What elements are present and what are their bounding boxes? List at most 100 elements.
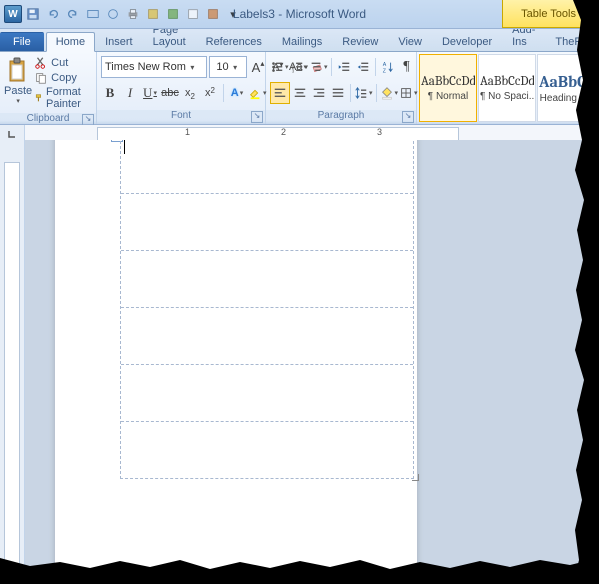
table-row[interactable] [121, 308, 413, 365]
highlight-button[interactable] [248, 83, 267, 103]
undo-icon[interactable] [44, 5, 62, 23]
group-label-paragraph: Paragraph↘ [266, 110, 416, 124]
italic-button[interactable]: I [121, 83, 139, 103]
tab-developer[interactable]: Developer [432, 32, 502, 51]
numbering-button[interactable]: 123 [290, 57, 309, 77]
cut-button[interactable]: Cut [34, 56, 92, 70]
word-icon[interactable]: W [4, 5, 22, 23]
font-launcher-icon[interactable]: ↘ [251, 111, 263, 123]
cut-icon [34, 56, 48, 70]
tab-view[interactable]: View [388, 32, 432, 51]
tab-mailings[interactable]: Mailings [272, 32, 332, 51]
bold-button[interactable]: B [101, 83, 119, 103]
justify-button[interactable] [329, 83, 347, 103]
document-area[interactable] [25, 140, 599, 584]
bullets-icon [270, 60, 284, 74]
copy-icon [34, 71, 48, 85]
tab-home[interactable]: Home [46, 32, 95, 52]
font-size-combo[interactable]: 10▾ [209, 56, 247, 78]
borders-icon [399, 86, 413, 100]
group-label-clipboard: Clipboard↘ [0, 113, 96, 124]
style-heading-1[interactable]: AaBbC Heading 1 [537, 54, 588, 122]
text-cursor [124, 140, 125, 154]
align-center-icon [293, 86, 307, 100]
ribbon: Paste ▾ Cut Copy Format Painter Clipboar… [0, 52, 599, 125]
paste-icon [6, 57, 30, 85]
tab-theformtool[interactable]: TheFormTool [545, 32, 599, 51]
ruler-vertical[interactable] [0, 140, 25, 584]
shading-button[interactable] [380, 83, 399, 103]
table-row[interactable] [121, 140, 413, 194]
paste-button[interactable]: Paste ▾ [4, 55, 32, 105]
underline-button[interactable]: U [141, 83, 159, 103]
group-font: Times New Rom▾ 10▾ A▴ A▾ Aa B I U abc x2… [97, 52, 266, 124]
line-spacing-icon [354, 86, 368, 100]
grow-font-button[interactable]: A▴ [249, 57, 267, 77]
ribbon-tabs: File Home Insert Page Layout References … [0, 29, 599, 52]
qat-btn-4[interactable] [144, 5, 162, 23]
align-left-button[interactable] [270, 82, 290, 104]
qat-btn-5[interactable] [164, 5, 182, 23]
font-name-combo[interactable]: Times New Rom▾ [101, 56, 207, 78]
format-painter-button[interactable]: Format Painter [34, 86, 92, 110]
group-label-font: Font↘ [97, 110, 265, 124]
align-right-icon [312, 86, 326, 100]
save-icon[interactable] [24, 5, 42, 23]
text-effects-button[interactable]: A [228, 83, 246, 103]
multilevel-button[interactable] [309, 57, 328, 77]
subscript-button[interactable]: x2 [181, 83, 199, 103]
paragraph-launcher-icon[interactable]: ↘ [402, 111, 414, 123]
redo-icon[interactable] [64, 5, 82, 23]
tab-insert[interactable]: Insert [95, 32, 143, 51]
style-normal[interactable]: AaBbCcDd ¶ Normal [419, 54, 477, 122]
paste-label: Paste [4, 85, 32, 97]
borders-button[interactable] [399, 83, 418, 103]
svg-text:3: 3 [291, 68, 294, 73]
align-right-button[interactable] [310, 83, 328, 103]
increase-indent-button[interactable] [354, 57, 372, 77]
format-painter-icon [34, 91, 43, 105]
line-spacing-button[interactable] [354, 83, 373, 103]
highlight-icon [248, 86, 262, 100]
group-styles: AaBbCcDd ¶ Normal AaBbCcDd ¶ No Spaci...… [417, 52, 599, 124]
table-row[interactable] [121, 194, 413, 251]
decrease-indent-button[interactable] [335, 57, 353, 77]
table-resize-handle-icon[interactable] [412, 474, 418, 480]
table-row[interactable] [121, 251, 413, 308]
svg-text:A: A [382, 62, 386, 68]
style-heading[interactable]: AaBb Heading [589, 54, 599, 122]
tab-review[interactable]: Review [332, 32, 388, 51]
justify-icon [331, 86, 345, 100]
align-left-icon [273, 86, 287, 100]
print-icon[interactable] [124, 5, 142, 23]
shading-icon [380, 86, 394, 100]
copy-button[interactable]: Copy [34, 71, 92, 85]
strike-button[interactable]: abc [161, 83, 179, 103]
outdent-icon [337, 60, 351, 74]
document-title: Labels3 - Microsoft Word [233, 7, 366, 21]
qat-btn-7[interactable] [204, 5, 222, 23]
tab-references[interactable]: References [196, 32, 272, 51]
group-clipboard: Paste ▾ Cut Copy Format Painter Clipboar… [0, 52, 97, 124]
quick-access-toolbar: W ▾ [0, 5, 242, 23]
superscript-button[interactable]: x2 [201, 83, 219, 103]
qat-btn-1[interactable] [84, 5, 102, 23]
sort-button[interactable]: AZ [379, 57, 397, 77]
workspace [0, 140, 599, 584]
qat-btn-6[interactable] [184, 5, 202, 23]
bullets-button[interactable] [270, 57, 289, 77]
align-center-button[interactable] [291, 83, 309, 103]
style-no-spacing[interactable]: AaBbCcDd ¶ No Spaci... [478, 54, 536, 122]
title-bar: W ▾ Labels3 - Microsoft Word Table Tools [0, 0, 599, 29]
group-paragraph: 123 AZ ¶ [266, 52, 417, 124]
tab-file[interactable]: File [0, 32, 44, 51]
label-table[interactable] [120, 140, 414, 479]
page[interactable] [55, 140, 417, 584]
table-row[interactable] [121, 422, 413, 478]
table-row[interactable] [121, 365, 413, 422]
multilevel-icon [309, 60, 323, 74]
qat-btn-2[interactable] [104, 5, 122, 23]
sort-icon: AZ [381, 60, 395, 74]
show-marks-button[interactable]: ¶ [398, 57, 416, 77]
numbering-icon: 123 [290, 60, 304, 74]
